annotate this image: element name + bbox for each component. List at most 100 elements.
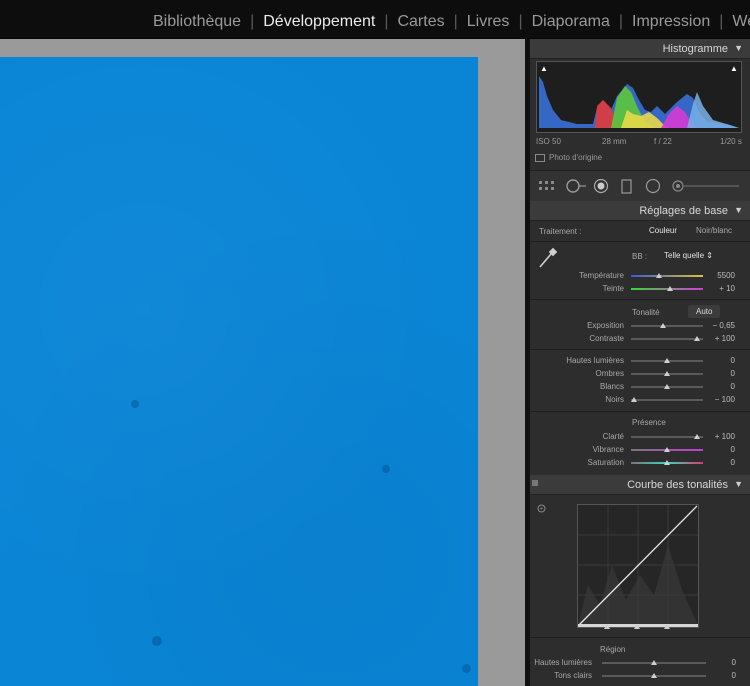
- highlights-value[interactable]: 0: [695, 356, 735, 365]
- vibrance-value[interactable]: 0: [695, 445, 735, 454]
- whites-label: Blancs: [599, 382, 624, 391]
- module-tab[interactable]: Bibliothèque: [153, 13, 241, 31]
- histogram-header[interactable]: Histogramme ▼: [530, 39, 750, 59]
- curve-highlights-label: Hautes lumières: [534, 658, 592, 667]
- module-separator: |: [453, 13, 458, 30]
- develop-right-panel: Histogramme ▼ ▲ ▲ ISO 50 28 mm f / 22 1/…: [530, 39, 750, 686]
- shadows-knob[interactable]: [664, 371, 670, 376]
- module-separator: |: [518, 13, 523, 30]
- collapse-triangle-icon[interactable]: ▼: [734, 43, 743, 53]
- exposure-label: Exposition: [587, 321, 624, 330]
- temperature-knob[interactable]: [656, 273, 662, 278]
- highlight-clipping-icon[interactable]: ▲: [730, 65, 738, 73]
- vibrance-knob[interactable]: [664, 447, 670, 452]
- exposure-value[interactable]: − 0,65: [695, 321, 735, 330]
- module-tab[interactable]: Diaporama: [532, 13, 610, 31]
- histogram-title: Histogramme: [662, 43, 728, 55]
- red-eye-icon[interactable]: [593, 179, 609, 195]
- exposure-slider[interactable]: [631, 325, 703, 327]
- histogram-plot: [539, 76, 739, 128]
- highlights-knob[interactable]: [664, 358, 670, 363]
- tone-curve-header[interactable]: Courbe des tonalités ▼: [530, 475, 750, 495]
- module-tab[interactable]: Impression: [632, 13, 710, 31]
- curve-highlights-value[interactable]: 0: [696, 658, 736, 667]
- adjustment-brush-icon[interactable]: [671, 179, 741, 193]
- panel-switch-icon[interactable]: [532, 480, 538, 486]
- clarity-value[interactable]: + 100: [695, 432, 735, 441]
- shadows-value[interactable]: 0: [695, 369, 735, 378]
- module-tab[interactable]: Développement: [263, 13, 375, 31]
- curve-split-midtones-knob[interactable]: [634, 624, 640, 629]
- sensor-dust-spot: [462, 664, 471, 673]
- blacks-value[interactable]: − 100: [695, 395, 735, 404]
- wb-select[interactable]: Telle quelle ⇕: [664, 251, 713, 260]
- region-label: Région: [600, 645, 626, 654]
- saturation-value[interactable]: 0: [695, 458, 735, 467]
- tone-curve-title: Courbe des tonalités: [627, 479, 728, 491]
- blacks-knob[interactable]: [631, 397, 637, 402]
- clarity-label: Clarté: [602, 432, 624, 441]
- photo-image[interactable]: [0, 57, 478, 686]
- module-list: Bibliothèque | Développement | Cartes | Livres…: [153, 13, 750, 31]
- section-divider: [530, 637, 750, 638]
- curve-lights-value[interactable]: 0: [696, 671, 736, 680]
- exposure-knob[interactable]: [660, 323, 666, 328]
- tone-curve-graph[interactable]: [577, 504, 699, 628]
- sensor-dust-spot: [131, 400, 139, 408]
- temperature-value[interactable]: 5500: [695, 271, 735, 280]
- module-tab[interactable]: Livres: [467, 13, 510, 31]
- photo-viewport[interactable]: [0, 39, 525, 686]
- module-separator: |: [719, 13, 724, 30]
- module-tab[interactable]: Cartes: [397, 13, 444, 31]
- treatment-label: Traitement :: [539, 227, 582, 236]
- section-divider: [530, 299, 750, 300]
- contrast-slider[interactable]: [631, 338, 703, 340]
- section-divider: [530, 349, 750, 350]
- basic-settings-title: Réglages de base: [639, 205, 728, 217]
- whites-knob[interactable]: [664, 384, 670, 389]
- temperature-label: Température: [579, 271, 624, 280]
- target-adjust-icon[interactable]: [537, 504, 546, 513]
- radial-filter-icon[interactable]: [645, 179, 661, 195]
- auto-tone-button[interactable]: Auto: [688, 305, 721, 318]
- wb-value: Telle quelle: [664, 251, 705, 260]
- histogram-graph[interactable]: ▲ ▲: [536, 61, 742, 133]
- contrast-value[interactable]: + 100: [695, 334, 735, 343]
- tint-value[interactable]: + 10: [695, 284, 735, 293]
- exif-shutter-denominator: 20: [726, 137, 736, 146]
- collapse-triangle-icon[interactable]: ▼: [734, 205, 743, 215]
- basic-settings-header[interactable]: Réglages de base ▼: [530, 201, 750, 221]
- temperature-slider[interactable]: [631, 275, 703, 277]
- curve-split-shadows-knob[interactable]: [604, 624, 610, 629]
- blacks-slider[interactable]: [631, 399, 703, 401]
- presence-label: Présence: [632, 418, 666, 427]
- tone-label: Tonalité: [632, 308, 660, 317]
- dropdown-arrows-icon: ⇕: [706, 251, 713, 260]
- treatment-bw-option[interactable]: Noir/blanc: [696, 226, 732, 235]
- checkbox-icon[interactable]: [535, 153, 545, 162]
- curve-split-highlights-knob[interactable]: [664, 624, 670, 629]
- curve-highlights-knob[interactable]: [651, 660, 657, 665]
- blacks-label: Noirs: [605, 395, 624, 404]
- saturation-knob[interactable]: [664, 460, 670, 465]
- module-separator: |: [384, 13, 389, 30]
- tool-strip: [530, 170, 750, 202]
- tint-knob[interactable]: [667, 286, 673, 291]
- clarity-slider[interactable]: [631, 436, 703, 438]
- shadows-label: Ombres: [595, 369, 624, 378]
- spot-removal-icon[interactable]: [565, 179, 587, 193]
- collapse-triangle-icon[interactable]: ▼: [734, 479, 743, 489]
- highlights-label: Hautes lumières: [566, 356, 624, 365]
- whites-value[interactable]: 0: [695, 382, 735, 391]
- curve-lights-knob[interactable]: [651, 673, 657, 678]
- exif-shutter-unit: s: [737, 137, 742, 146]
- treatment-color-option[interactable]: Couleur: [649, 226, 677, 235]
- module-tab[interactable]: We: [732, 13, 750, 31]
- shadow-clipping-icon[interactable]: ▲: [540, 65, 548, 73]
- crop-overlay-icon[interactable]: [538, 179, 556, 193]
- section-divider: [530, 411, 750, 412]
- graduated-filter-icon[interactable]: [621, 179, 633, 195]
- eyedropper-icon[interactable]: [537, 246, 559, 270]
- original-photo-toggle[interactable]: Photo d'origine: [535, 153, 602, 162]
- wb-label: BB :: [632, 252, 648, 261]
